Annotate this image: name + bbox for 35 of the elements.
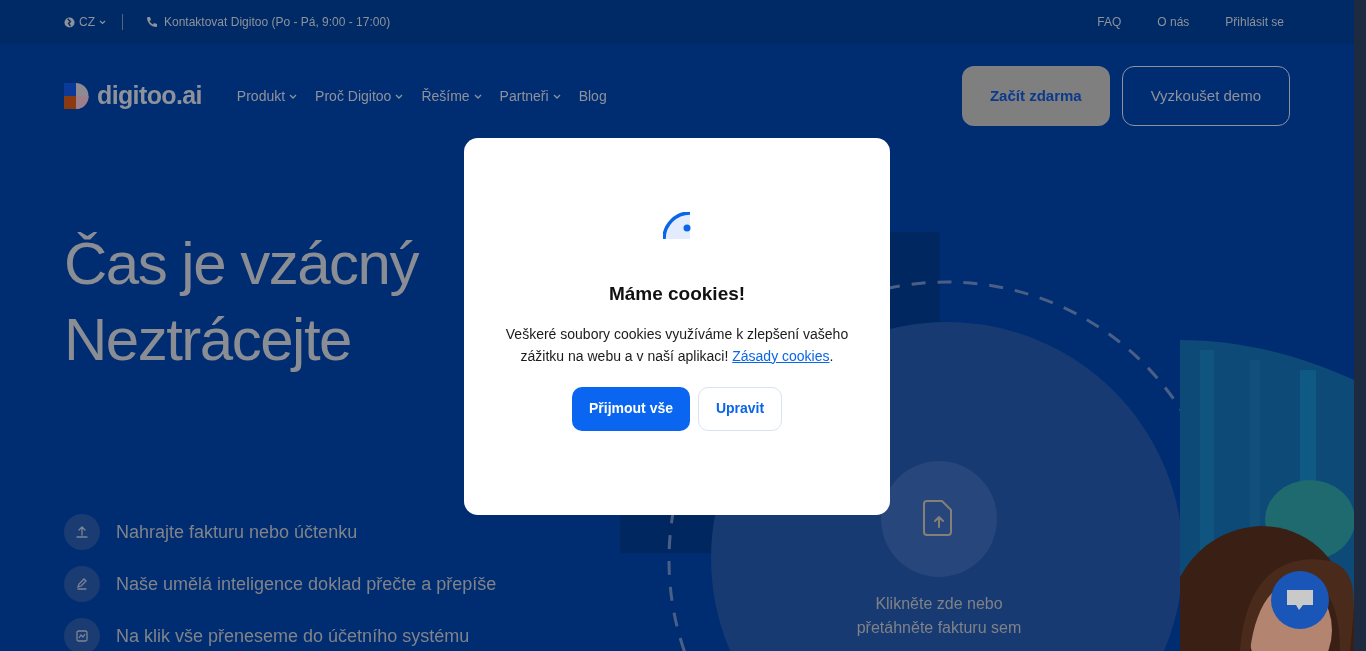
nav-link[interactable]: Řešíme [421, 85, 482, 107]
phone-icon [146, 16, 158, 28]
customize-button[interactable]: Upravit [698, 386, 782, 431]
start-free-button[interactable]: Začít zdarma [961, 66, 1110, 126]
scrollbar[interactable] [1354, 0, 1366, 651]
nav-link[interactable]: Proč Digitoo [315, 85, 404, 107]
feature-text: Na klik vše přeneseme do účetního systému [116, 624, 470, 648]
nav-link[interactable]: Produkt [236, 85, 298, 107]
top-link[interactable]: O nás [1157, 13, 1190, 31]
nav-link[interactable]: Partneři [499, 85, 561, 107]
upload-hint: přetáhněte fakturu sem [856, 618, 1022, 638]
logo-text[interactable]: digitoo.ai [97, 77, 202, 115]
upload-circle[interactable] [881, 461, 997, 577]
upload-hint: Klikněte zde nebo [875, 594, 1003, 614]
chevron-down-icon [99, 19, 106, 25]
contact-link[interactable]: Kontaktovat Digitoo (Po - Pá, 9:00 - 17:00) [164, 13, 391, 31]
top-link[interactable]: FAQ [1097, 13, 1122, 31]
dialog-title: Máme cookies! [608, 282, 746, 306]
nav-link[interactable]: Blog [578, 85, 607, 107]
hero-heading: Čas je vzácný [64, 229, 418, 299]
file-upload-icon [923, 500, 952, 536]
accept-all-button[interactable]: Přijmout vše [572, 386, 690, 431]
chat-icon [1286, 589, 1314, 611]
cookie-icon [663, 212, 691, 240]
globe-icon [64, 16, 75, 28]
logo-icon [64, 83, 89, 109]
feature-text: Naše umělá inteligence doklad přečte a přepíše [116, 572, 497, 596]
feature-text: Nahrajte fakturu nebo účtenku [116, 520, 358, 544]
chart-icon [73, 627, 91, 645]
cookie-policy-link[interactable]: Zásady cookies [732, 347, 830, 364]
language-selector[interactable]: CZ [79, 13, 95, 31]
top-link[interactable]: Přihlásit se [1225, 13, 1284, 31]
demo-button[interactable]: Vyzkoušet demo [1121, 66, 1290, 126]
dialog-message: Veškeré soubory cookies využíváme k zlepšení vašeho zážitku na webu a v naší aplikaci! Zásady cookies. [504, 324, 850, 366]
hero-heading: Neztrácejte [64, 305, 351, 375]
